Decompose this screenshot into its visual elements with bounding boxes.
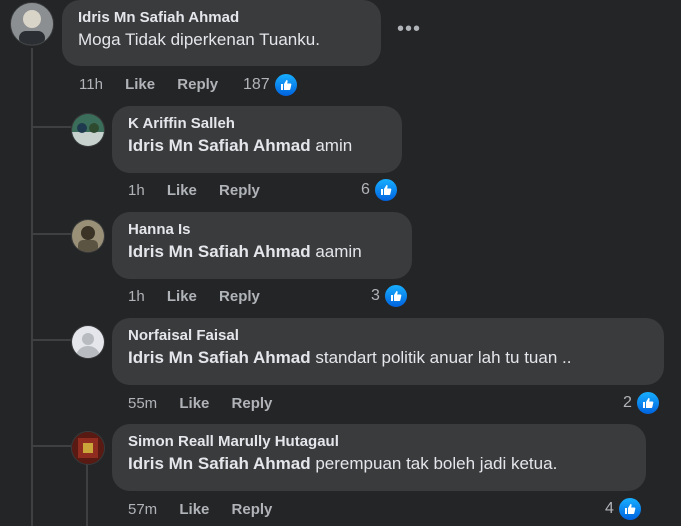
thread-line-reply-3 [31, 339, 71, 341]
reply-button[interactable]: Reply [177, 76, 218, 93]
mention-link[interactable]: Idris Mn Safiah Ahmad [128, 454, 311, 473]
comment-bubble: Norfaisal Faisal Idris Mn Safiah Ahmad s… [112, 318, 664, 385]
reply-button[interactable]: Reply [232, 501, 273, 518]
reaction-number: 4 [605, 500, 614, 517]
comment-bubble: Hanna Is Idris Mn Safiah Ahmad aamin [112, 212, 412, 279]
reaction-number: 2 [623, 394, 632, 411]
mention-link[interactable]: Idris Mn Safiah Ahmad [128, 242, 311, 261]
comment-author[interactable]: Simon Reall Marully Hutagaul [128, 432, 634, 452]
thread-line-reply-1 [31, 126, 71, 128]
reply-button[interactable]: Reply [219, 288, 260, 305]
comment-text: Idris Mn Safiah Ahmad aamin [128, 242, 362, 261]
comment-text: Idris Mn Safiah Ahmad perempuan tak bole… [128, 454, 558, 473]
like-button[interactable]: Like [167, 182, 197, 199]
thumbs-up-icon [272, 72, 299, 98]
like-button[interactable]: Like [179, 395, 209, 412]
reaction-count[interactable]: 6 [361, 177, 399, 203]
reaction-number: 6 [361, 181, 370, 198]
like-button[interactable]: Like [125, 76, 155, 93]
thumbs-up-icon [382, 283, 409, 309]
timestamp[interactable]: 1h [128, 182, 145, 199]
comment-actions: 1h Like Reply [128, 182, 278, 199]
thread-line-reply-2 [31, 233, 71, 235]
comment-author[interactable]: Norfaisal Faisal [128, 326, 652, 346]
timestamp[interactable]: 57m [128, 501, 157, 518]
mention-link[interactable]: Idris Mn Safiah Ahmad [128, 136, 311, 155]
timestamp[interactable]: 55m [128, 395, 157, 412]
thumbs-up-icon [634, 390, 661, 416]
comment-author[interactable]: Idris Mn Safiah Ahmad [78, 8, 369, 28]
timestamp[interactable]: 1h [128, 288, 145, 305]
comment-text: Idris Mn Safiah Ahmad standart politik a… [128, 348, 572, 367]
reaction-count[interactable]: 2 [623, 390, 661, 416]
comment-author[interactable]: K Ariffin Salleh [128, 114, 390, 134]
avatar[interactable] [10, 2, 54, 46]
thumbs-up-icon [616, 496, 643, 522]
reaction-number: 3 [371, 287, 380, 304]
like-button[interactable]: Like [179, 501, 209, 518]
thread-line-reply-4 [31, 445, 71, 447]
thread-line-main [31, 48, 33, 526]
timestamp[interactable]: 11h [79, 76, 103, 93]
comment-bubble: Idris Mn Safiah Ahmad Moga Tidak diperke… [62, 0, 381, 66]
comment-author[interactable]: Hanna Is [128, 220, 400, 240]
reply-button[interactable]: Reply [232, 395, 273, 412]
comment-actions: 55m Like Reply [128, 395, 290, 412]
thread-line-sub [86, 463, 88, 526]
comment-actions: 57m Like Reply [128, 501, 290, 518]
comment-text: Moga Tidak diperkenan Tuanku. [78, 30, 320, 49]
reaction-count[interactable]: 4 [605, 496, 643, 522]
comment-actions: 1h Like Reply [128, 288, 278, 305]
avatar[interactable] [71, 113, 105, 147]
reply-button[interactable]: Reply [219, 182, 260, 199]
default-avatar-icon[interactable] [71, 325, 105, 359]
comment-bubble: Simon Reall Marully Hutagaul Idris Mn Sa… [112, 424, 646, 491]
more-options-icon[interactable]: ••• [397, 18, 421, 41]
comment-text: Idris Mn Safiah Ahmad amin [128, 136, 353, 155]
reaction-number: 187 [243, 76, 270, 93]
like-button[interactable]: Like [167, 288, 197, 305]
comment-bubble: K Ariffin Salleh Idris Mn Safiah Ahmad a… [112, 106, 402, 173]
avatar[interactable] [71, 431, 105, 465]
avatar[interactable] [71, 219, 105, 253]
thumbs-up-icon [372, 177, 399, 203]
reaction-count[interactable]: 187 [243, 72, 299, 98]
mention-link[interactable]: Idris Mn Safiah Ahmad [128, 348, 311, 367]
reaction-count[interactable]: 3 [371, 283, 409, 309]
comment-actions: 11h Like Reply [79, 76, 236, 93]
